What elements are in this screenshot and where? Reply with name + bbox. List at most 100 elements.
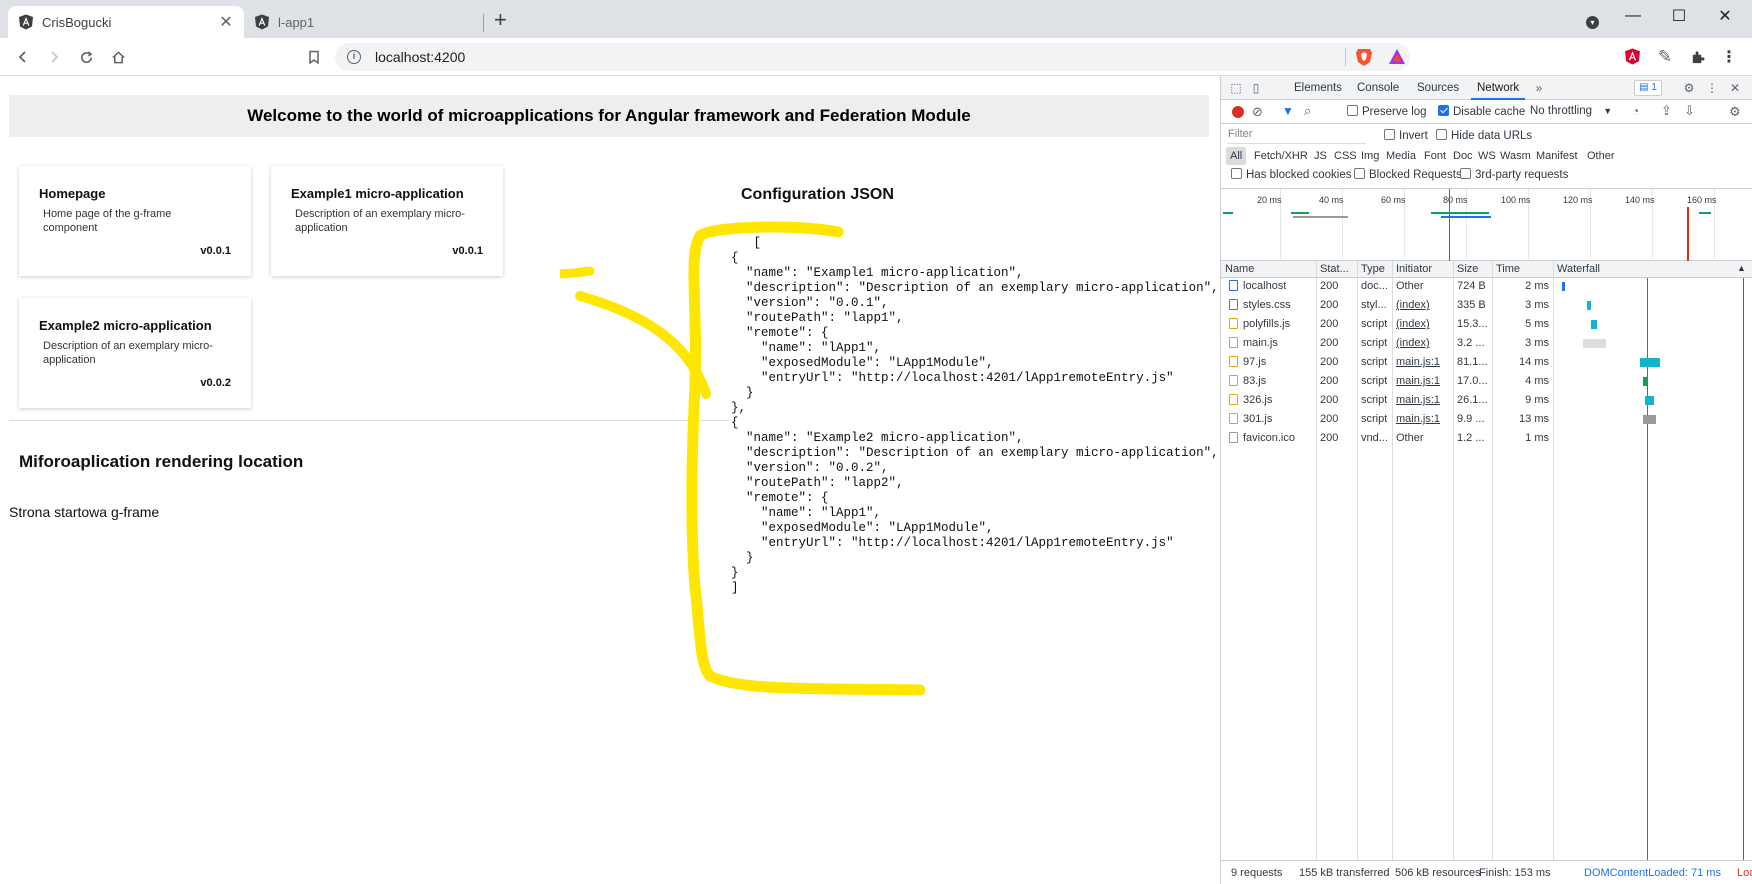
- has-blocked-cookies-checkbox[interactable]: Has blocked cookies: [1231, 168, 1351, 181]
- table-row[interactable]: favicon.ico 200 vnd... Other 1.2 ... 1 ms: [1221, 430, 1752, 447]
- table-row[interactable]: main.js 200 script (index) 3.2 ... 3 ms: [1221, 335, 1752, 352]
- filter-input[interactable]: Filter: [1228, 128, 1366, 144]
- card-example1[interactable]: Example1 micro-application Description o…: [271, 166, 503, 276]
- hide-data-urls-checkbox[interactable]: Hide data URLs: [1436, 129, 1532, 142]
- invert-checkbox[interactable]: Invert: [1384, 129, 1428, 142]
- request-initiator[interactable]: (index): [1392, 297, 1430, 314]
- home-icon[interactable]: [107, 46, 129, 68]
- maximize-icon[interactable]: ☐: [1656, 0, 1702, 32]
- table-row[interactable]: 301.js 200 script main.js:1 9.9 ... 13 ms: [1221, 411, 1752, 428]
- sort-up-icon[interactable]: ▲: [1737, 263, 1746, 273]
- type-filter-js[interactable]: JS: [1310, 147, 1331, 165]
- file-type-icon: [1229, 318, 1238, 329]
- tab-sources[interactable]: Sources: [1417, 76, 1459, 100]
- request-time-text: 4 ms: [1525, 375, 1549, 387]
- summary-transferred: 155 kB transferred: [1299, 867, 1390, 879]
- inspect-element-icon[interactable]: ⬚: [1229, 81, 1243, 95]
- brave-shield-icon[interactable]: [1355, 47, 1373, 67]
- table-row[interactable]: localhost 200 doc... Other 724 B 2 ms: [1221, 278, 1752, 295]
- card-homepage[interactable]: Homepage Home page of the g-frame compon…: [19, 166, 251, 276]
- extensions-icon[interactable]: [1686, 46, 1708, 68]
- network-settings-icon[interactable]: ⚙: [1729, 104, 1741, 120]
- forward-icon[interactable]: [43, 46, 65, 68]
- type-filter-img[interactable]: Img: [1357, 147, 1383, 165]
- request-initiator-text: main.js:1: [1396, 375, 1441, 387]
- tab-network[interactable]: Network: [1471, 76, 1526, 100]
- request-initiator[interactable]: (index): [1392, 335, 1430, 352]
- tab-l-app1[interactable]: l-app1: [244, 6, 480, 38]
- back-icon[interactable]: [12, 46, 34, 68]
- record-icon[interactable]: [1232, 106, 1244, 118]
- column-name[interactable]: Name: [1221, 261, 1254, 278]
- overview-bar: [1699, 212, 1711, 214]
- type-filter-manifest[interactable]: Manifest: [1532, 147, 1582, 165]
- devtools-close-icon[interactable]: ✕: [1728, 81, 1742, 95]
- address-separator: [1345, 48, 1346, 66]
- eyedropper-icon[interactable]: ✎: [1654, 46, 1676, 68]
- export-har-icon[interactable]: ⇩: [1684, 103, 1695, 119]
- column-waterfall[interactable]: Waterfall: [1553, 261, 1600, 278]
- table-row[interactable]: polyfills.js 200 script (index) 15.3... 5 ms: [1221, 316, 1752, 333]
- network-conditions-icon[interactable]: ◔: [1632, 104, 1639, 118]
- filter-icon[interactable]: ▼: [1282, 104, 1294, 118]
- table-row[interactable]: styles.css 200 styl... (index) 335 B 3 ms: [1221, 297, 1752, 314]
- table-row[interactable]: 97.js 200 script main.js:1 81.1... 14 ms: [1221, 354, 1752, 371]
- bat-rewards-icon[interactable]: [1388, 48, 1406, 66]
- preserve-log-checkbox[interactable]: Preserve log: [1347, 105, 1427, 118]
- request-initiator[interactable]: main.js:1: [1392, 373, 1440, 390]
- third-party-requests-checkbox[interactable]: 3rd-party requests: [1460, 168, 1568, 181]
- tab-crisbogucki[interactable]: CrisBogucki ✕: [8, 6, 244, 38]
- info-icon[interactable]: i: [347, 50, 361, 64]
- request-name: favicon.ico: [1221, 430, 1295, 447]
- table-row[interactable]: 326.js 200 script main.js:1 26.1... 9 ms: [1221, 392, 1752, 409]
- type-filter-media[interactable]: Media: [1382, 147, 1420, 165]
- reload-icon[interactable]: [75, 46, 97, 68]
- new-tab-button[interactable]: +: [494, 9, 507, 31]
- search-icon[interactable]: ⌕: [1304, 103, 1311, 119]
- throttling-select[interactable]: No throttling ▼: [1530, 105, 1612, 117]
- card-example2[interactable]: Example2 micro-application Description o…: [19, 298, 251, 408]
- tab-console[interactable]: Console: [1357, 76, 1399, 100]
- column-time[interactable]: Time: [1492, 261, 1520, 278]
- request-initiator[interactable]: main.js:1: [1392, 411, 1440, 428]
- type-filter-doc[interactable]: Doc: [1449, 147, 1477, 165]
- request-type: script: [1357, 354, 1387, 371]
- type-filter-fetch-xhr[interactable]: Fetch/XHR: [1250, 147, 1312, 165]
- window-close-icon[interactable]: ✕: [1702, 0, 1748, 32]
- type-filter-font[interactable]: Font: [1420, 147, 1450, 165]
- tab-elements[interactable]: Elements: [1294, 76, 1342, 100]
- overview-bar: [1431, 212, 1489, 214]
- close-icon[interactable]: ✕: [218, 12, 234, 32]
- column-size[interactable]: Size: [1453, 261, 1478, 278]
- file-type-icon: [1229, 375, 1238, 386]
- column-initiator[interactable]: Initiator: [1392, 261, 1432, 278]
- request-initiator[interactable]: main.js:1: [1392, 392, 1440, 409]
- network-overview[interactable]: 20 ms 40 ms 60 ms 80 ms 100 ms 120 ms 14…: [1221, 189, 1752, 261]
- type-filter-other[interactable]: Other: [1583, 147, 1619, 165]
- blocked-requests-checkbox[interactable]: Blocked Requests: [1354, 168, 1462, 181]
- column-status[interactable]: Stat...: [1316, 261, 1349, 278]
- table-row[interactable]: 83.js 200 script main.js:1 17.0... 4 ms: [1221, 373, 1752, 390]
- type-filter-all[interactable]: All: [1226, 147, 1247, 165]
- clear-icon[interactable]: ⊘: [1252, 104, 1263, 120]
- minimize-icon[interactable]: —: [1610, 0, 1656, 32]
- issues-badge[interactable]: ▤ 1: [1634, 80, 1662, 96]
- tab-title: l-app1: [278, 14, 315, 30]
- browser-toolbar: i localhost:4200 ✎ ⋮: [0, 38, 1752, 76]
- menu-icon[interactable]: ⋮: [1718, 46, 1740, 68]
- checkbox-box: [1436, 129, 1447, 140]
- address-bar[interactable]: i localhost:4200: [335, 43, 1410, 71]
- angular-devtools-icon[interactable]: [1624, 47, 1641, 66]
- disable-cache-checkbox[interactable]: Disable cache: [1438, 105, 1525, 118]
- more-tabs-icon[interactable]: »: [1532, 81, 1546, 95]
- device-toolbar-icon[interactable]: ▯: [1249, 81, 1263, 95]
- import-har-icon[interactable]: ⇪: [1661, 103, 1672, 119]
- request-initiator[interactable]: (index): [1392, 316, 1430, 333]
- settings-gear-icon[interactable]: ⚙: [1682, 81, 1696, 95]
- column-type[interactable]: Type: [1357, 261, 1385, 278]
- bookmark-icon[interactable]: [303, 46, 325, 68]
- tab-search-icon[interactable]: ▾: [1586, 16, 1599, 29]
- devtools-menu-icon[interactable]: ⋮: [1705, 81, 1719, 95]
- type-filter-wasm[interactable]: Wasm: [1496, 147, 1535, 165]
- request-initiator[interactable]: main.js:1: [1392, 354, 1440, 371]
